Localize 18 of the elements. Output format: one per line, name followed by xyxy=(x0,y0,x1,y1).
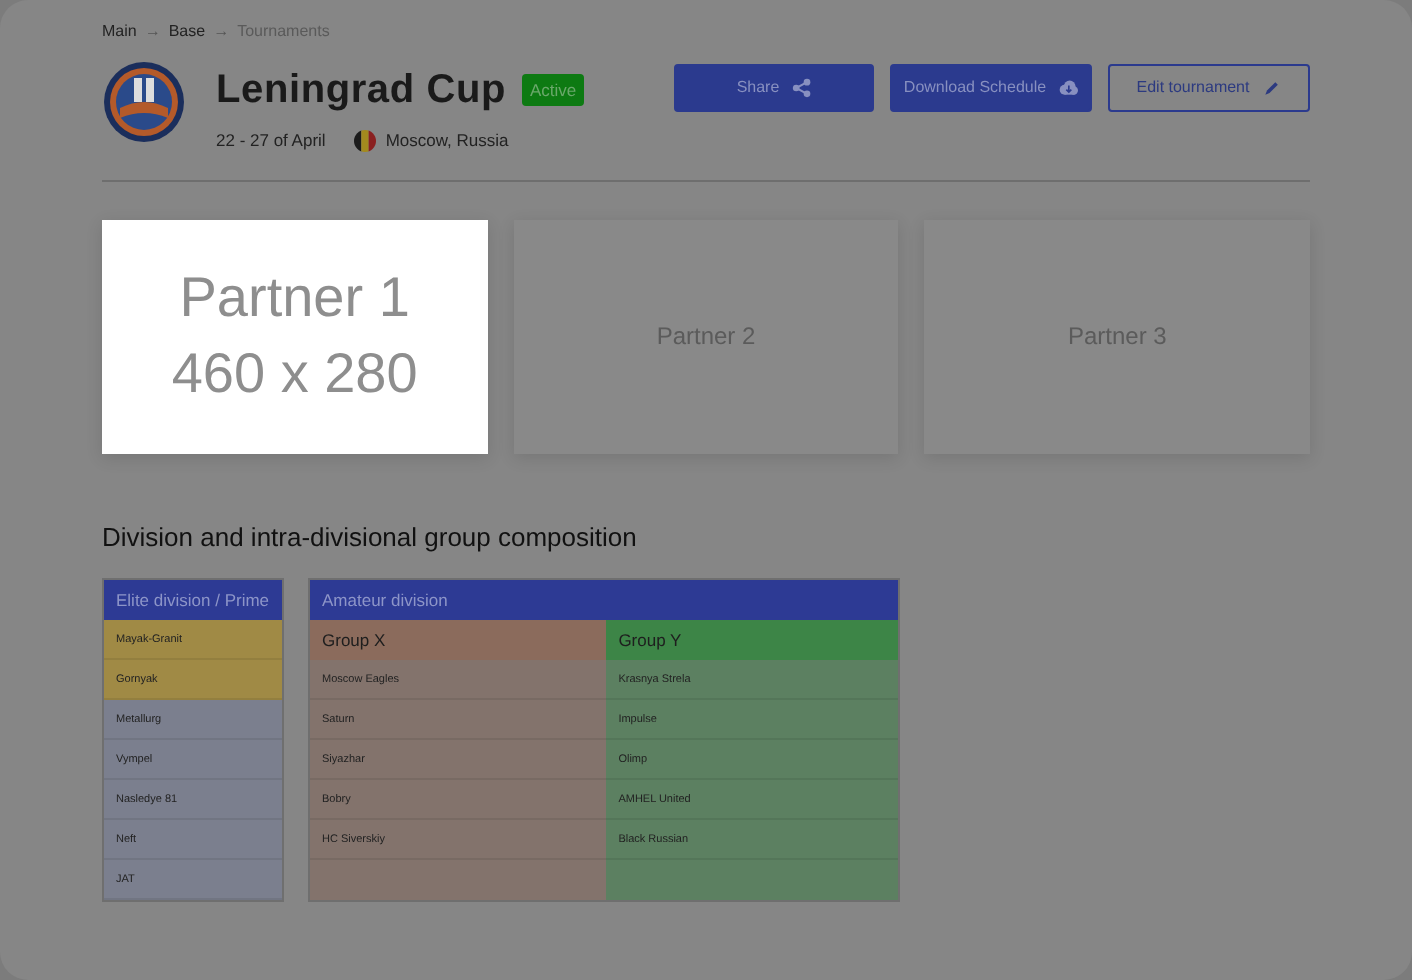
download-button[interactable]: Download Schedule xyxy=(890,64,1092,112)
breadcrumb-link[interactable]: Base xyxy=(168,20,206,44)
section-title: Division and intra-divisional group composition xyxy=(102,519,639,556)
placeholder-size: 460 x 280 xyxy=(171,340,418,409)
partner-label: Partner 1 xyxy=(179,264,410,333)
group-header: Group X xyxy=(310,620,607,661)
tournament-dates: 22 - 27 of April xyxy=(216,128,326,154)
breadcrumb-separator: → xyxy=(144,20,161,44)
edit-button[interactable]: Edit tournament xyxy=(1108,64,1310,112)
breadcrumb-link[interactable]: Main xyxy=(102,20,137,44)
group-header: Group Y xyxy=(606,620,899,661)
share-button[interactable]: Share xyxy=(674,64,874,112)
division-header: Elite division / Prime xyxy=(104,580,282,621)
status-badge: Active xyxy=(522,73,585,107)
division-header: Amateur division xyxy=(310,580,898,621)
tournament-location: Moscow, Russia xyxy=(385,128,509,154)
tournament-title: Leningrad Cup xyxy=(216,66,507,116)
breadcrumb-separator: → xyxy=(213,20,230,44)
